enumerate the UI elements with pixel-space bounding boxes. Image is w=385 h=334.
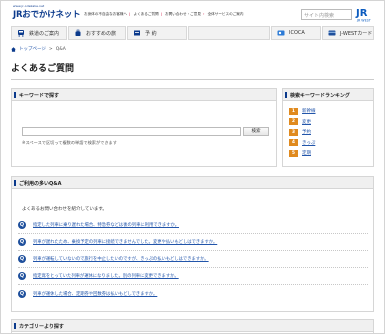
ranking-item[interactable]: 1 新幹線	[289, 106, 373, 117]
keyword-ranking-panel: 検索キーワードランキング 1 新幹線 2 変更 3 予約 4 きっぷ 5 定期	[282, 88, 374, 167]
nav-item-label: ICOCA	[289, 30, 305, 36]
question-icon: Q	[18, 272, 26, 280]
popular-qa-lead: よくあるお問い合わせを紹介しています。	[22, 207, 107, 212]
site-search-input[interactable]: サイト内検索	[301, 9, 352, 20]
credit-card-icon	[328, 30, 336, 36]
site-header: www.jr-odekake.net JRおでかけネット お身体の不自由なお客様…	[1, 1, 384, 23]
nav-item-label: 予 約	[145, 30, 157, 37]
qa-item[interactable]: Q 列車が運転していないので旅行を中止したいのですが、きっぷの払いもどしはできます…	[18, 251, 368, 268]
site-logo[interactable]: JRおでかけネット	[13, 8, 81, 20]
qa-question-link[interactable]: 列車が運転していないので旅行を中止したいのですが、きっぷの払いもどしはできますか…	[33, 256, 209, 262]
utility-links: お身体の不自由なお客様へ | よくあるご質問 | お問い合わせ・ご意見 › 全体サービ…	[84, 12, 244, 16]
ranking-keyword-link[interactable]: 変更	[302, 119, 311, 125]
title-divider	[11, 79, 374, 80]
keyword-search-panel: キーワードで探す 検索 ※スペースで区切って複数の単語で検索ができます	[11, 88, 277, 167]
luggage-icon	[75, 29, 81, 36]
popular-qa-panel: ご利用の多いQ&A よくあるお問い合わせを紹介しています。 Q 指定した列車に乗り…	[11, 176, 374, 312]
breadcrumb-separator: >	[48, 46, 53, 52]
ticket-icon	[134, 30, 140, 36]
keyword-search-note: ※スペースで区切って複数の単語で検索ができます	[22, 140, 117, 145]
qa-item[interactable]: Q 列車が運休した場合、定期券や回数券は払いもどしできますか。	[18, 285, 368, 302]
home-icon	[11, 46, 16, 52]
breadcrumb: トップページ > Q&A	[11, 46, 66, 52]
qa-question-link[interactable]: 列車が運休した場合、定期券や回数券は払いもどしできますか。	[33, 291, 157, 297]
ranking-item[interactable]: 2 変更	[289, 117, 373, 128]
nav-item-label: 鉄道のご案内	[29, 30, 60, 37]
breadcrumb-current: Q&A	[55, 46, 66, 52]
ranking-keyword-link[interactable]: きっぷ	[302, 140, 315, 146]
global-nav: 鉄道のご案内 おすすめの旅 予 約 ICOCA J-WESTカード	[11, 26, 374, 40]
utility-link-services[interactable]: 全体サービスのご案内	[208, 12, 244, 16]
question-icon: Q	[18, 221, 26, 229]
nav-item-recommended-trips[interactable]: おすすめの旅	[68, 26, 126, 40]
ranking-item[interactable]: 5 定期	[289, 148, 373, 159]
train-icon	[18, 30, 24, 37]
question-icon: Q	[18, 289, 26, 298]
page-title: よくあるご質問	[11, 64, 75, 74]
ranking-number: 1	[289, 107, 298, 115]
utility-link-faq[interactable]: よくあるご質問	[134, 12, 159, 16]
nav-item-icoca[interactable]: ICOCA	[271, 26, 321, 40]
icoca-card-icon	[277, 30, 285, 36]
svg-text:JR WEST: JR WEST	[356, 19, 372, 23]
keyword-search-heading: キーワードで探す	[12, 89, 276, 101]
nav-item-reservation[interactable]: 予 約	[127, 26, 187, 40]
ranking-number: 5	[289, 149, 298, 157]
ranking-keyword-link[interactable]: 新幹線	[302, 108, 316, 114]
nav-item-label: おすすめの旅	[86, 30, 117, 37]
qa-item[interactable]: Q 指定席をとっていた列車が運休になりました。別の列車に変更できますか。	[18, 268, 368, 285]
popular-qa-list: Q 指定した列車に乗り遅れた場合、特急券などは後の列車に利用できますか。 Q 列車が…	[18, 217, 368, 302]
qa-item[interactable]: Q 列車が遅れたため、乗換予定の列車に接続できませんでした。変更や払いもどしはでき…	[18, 234, 368, 251]
popular-qa-heading: ご利用の多いQ&A	[12, 177, 373, 189]
nav-item-label: J-WESTカード	[340, 30, 373, 37]
qa-question-link[interactable]: 指定席をとっていた列車が運休になりました。別の列車に変更できますか。	[33, 273, 179, 279]
ranking-keyword-link[interactable]: 予約	[302, 129, 311, 135]
qa-question-link[interactable]: 指定した列車に乗り遅れた場合、特急券などは後の列車に利用できますか。	[33, 222, 179, 228]
keyword-search-input[interactable]	[22, 127, 241, 136]
ranking-keyword-link[interactable]: 定期	[302, 150, 311, 156]
category-search-panel: カテゴリーより探す	[11, 319, 374, 333]
utility-link-contact[interactable]: お問い合わせ・ご意見	[165, 12, 201, 16]
qa-question-link[interactable]: 列車が遅れたため、乗換予定の列車に接続できませんでした。変更や払いもどしはできま…	[33, 239, 217, 245]
keyword-ranking-heading: 検索キーワードランキング	[283, 89, 373, 101]
ranking-number: 4	[289, 139, 298, 147]
breadcrumb-home-link[interactable]: トップページ	[19, 46, 46, 52]
qa-item[interactable]: Q 指定した列車に乗り遅れた場合、特急券などは後の列車に利用できますか。	[18, 217, 368, 234]
ranking-item[interactable]: 3 予約	[289, 127, 373, 138]
keyword-search-button[interactable]: 検索	[243, 127, 269, 136]
question-icon: Q	[18, 238, 26, 246]
keyword-ranking-list: 1 新幹線 2 変更 3 予約 4 きっぷ 5 定期	[283, 101, 373, 159]
question-icon: Q	[18, 255, 26, 263]
nav-item-jwest-card[interactable]: J-WESTカード	[322, 26, 374, 40]
ranking-item[interactable]: 4 きっぷ	[289, 138, 373, 149]
nav-item-blank[interactable]	[188, 26, 270, 40]
svg-text:JR: JR	[355, 8, 368, 19]
ranking-number: 2	[289, 118, 298, 126]
nav-item-rail-guide[interactable]: 鉄道のご案内	[11, 26, 67, 40]
category-search-heading: カテゴリーより探す	[12, 320, 373, 332]
jr-west-logo[interactable]: JR JR WEST	[355, 4, 376, 23]
ranking-number: 3	[289, 128, 298, 136]
utility-link-accessibility[interactable]: お身体の不自由なお客様へ	[84, 12, 127, 16]
page: www.jr-odekake.net JRおでかけネット お身体の不自由なお客様…	[0, 0, 385, 334]
